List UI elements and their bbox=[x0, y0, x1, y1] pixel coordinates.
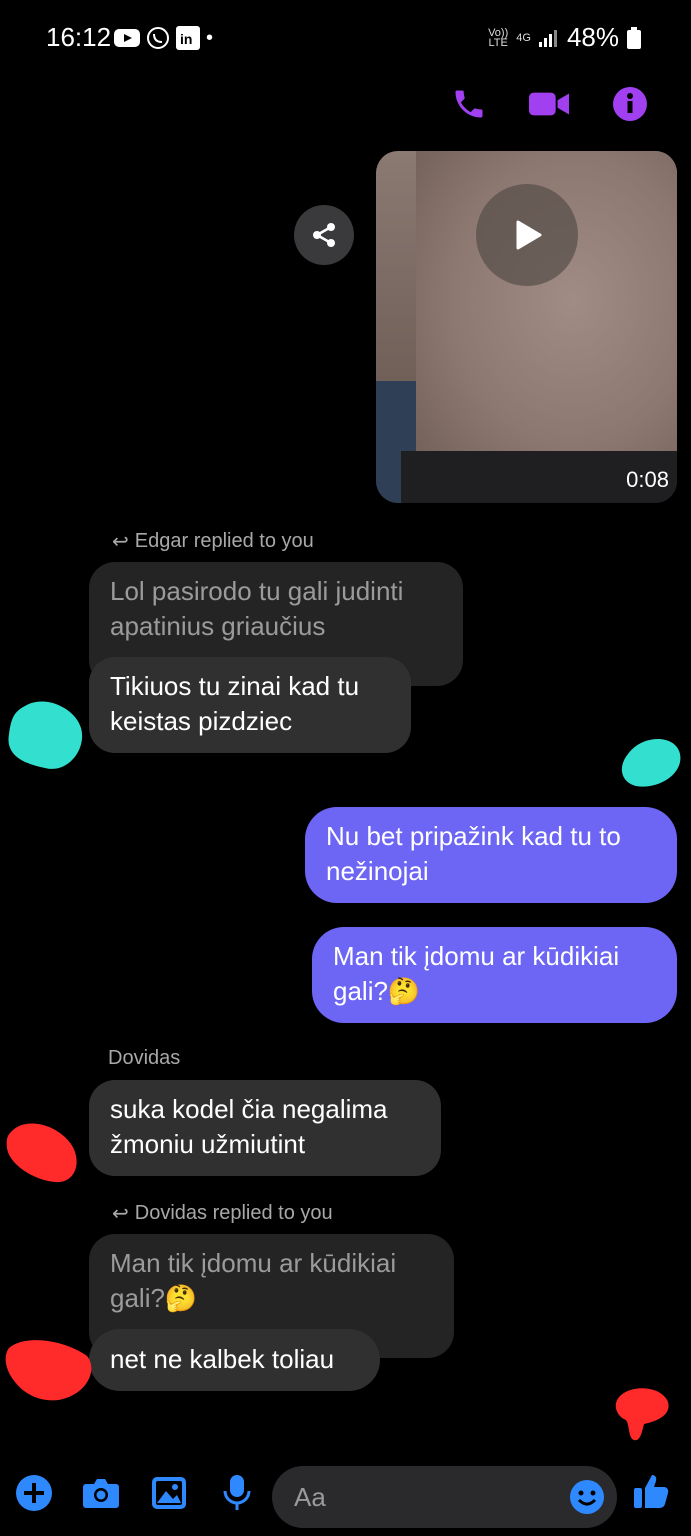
call-button[interactable] bbox=[449, 84, 489, 124]
more-notifications-dot: • bbox=[206, 26, 214, 49]
reply-arrow-icon: ↩ bbox=[112, 531, 129, 553]
network-indicator: 4G bbox=[516, 31, 531, 44]
youtube-icon bbox=[114, 29, 140, 47]
redaction-scribble bbox=[5, 1340, 92, 1401]
quoted-text: Man tik įdomu ar kūdikiai gali?🤔 bbox=[110, 1248, 397, 1313]
quoted-text: Lol pasirodo tu gali judinti apatinius g… bbox=[110, 576, 404, 641]
linkedin-icon: in bbox=[176, 26, 200, 50]
voice-message-button[interactable] bbox=[217, 1473, 257, 1513]
redaction-scribble bbox=[621, 739, 681, 787]
incoming-message[interactable]: suka kodel čia negalima žmoniu užmiutint bbox=[89, 1080, 441, 1176]
emoji-icon[interactable] bbox=[569, 1479, 605, 1515]
status-notification-icons: in • bbox=[114, 26, 213, 50]
reply-arrow-icon: ↩ bbox=[112, 1203, 129, 1225]
camera-button[interactable] bbox=[81, 1473, 121, 1513]
status-time: 16:12 bbox=[46, 22, 112, 52]
share-icon bbox=[313, 223, 335, 247]
signal-icon bbox=[538, 29, 557, 47]
thumbs-up-icon bbox=[634, 1475, 669, 1508]
info-button[interactable] bbox=[610, 84, 650, 124]
redaction-scribble bbox=[8, 701, 83, 769]
reply-indicator: ↩ Edgar replied to you bbox=[112, 529, 314, 554]
video-message[interactable]: 0:08 bbox=[376, 151, 677, 503]
viber-icon bbox=[147, 27, 169, 49]
redaction-scribble bbox=[615, 1388, 669, 1441]
redaction-scribble bbox=[6, 1123, 77, 1183]
reply-indicator: ↩ Dovidas replied to you bbox=[112, 1201, 333, 1226]
camera-icon bbox=[83, 1479, 119, 1508]
video-duration: 0:08 bbox=[626, 467, 669, 492]
microphone-icon bbox=[223, 1475, 251, 1510]
outgoing-message[interactable]: Nu bet pripažink kad tu to nežinojai bbox=[305, 807, 677, 903]
message-text: Tikiuos tu zinai kad tu keistas pizdziec bbox=[110, 671, 360, 736]
reply-label: Dovidas replied to you bbox=[134, 1202, 333, 1224]
message-text: Nu bet pripažink kad tu to nežinojai bbox=[326, 821, 621, 886]
image-icon bbox=[152, 1477, 186, 1509]
gallery-button[interactable] bbox=[149, 1473, 189, 1513]
message-composer[interactable] bbox=[272, 1466, 617, 1528]
info-icon bbox=[613, 87, 647, 121]
plus-circle-icon bbox=[16, 1475, 52, 1511]
incoming-message[interactable]: net ne kalbek toliau bbox=[89, 1329, 380, 1391]
video-call-button[interactable] bbox=[529, 84, 569, 124]
play-icon bbox=[516, 220, 542, 250]
video-call-icon bbox=[529, 92, 569, 116]
outgoing-message[interactable]: Man tik įdomu ar kūdikiai gali?🤔 bbox=[312, 927, 677, 1023]
message-text: net ne kalbek toliau bbox=[110, 1344, 335, 1374]
like-button[interactable] bbox=[631, 1471, 671, 1511]
message-input[interactable] bbox=[292, 1480, 566, 1514]
phone-icon bbox=[455, 90, 483, 118]
volte-indicator: Vo)) LTE bbox=[488, 26, 509, 49]
message-text: Man tik įdomu ar kūdikiai gali?🤔 bbox=[333, 941, 620, 1006]
svg-text:in: in bbox=[180, 31, 192, 47]
share-button[interactable] bbox=[294, 205, 354, 265]
play-button[interactable] bbox=[476, 184, 578, 286]
reply-label: Edgar replied to you bbox=[134, 530, 314, 552]
battery-percent: 48% bbox=[566, 22, 619, 52]
sender-name: Dovidas bbox=[108, 1047, 181, 1069]
status-right: Vo)) LTE 4G 48% bbox=[488, 22, 641, 53]
incoming-message[interactable]: Tikiuos tu zinai kad tu keistas pizdziec bbox=[89, 657, 411, 753]
battery-icon bbox=[627, 26, 641, 49]
more-actions-button[interactable] bbox=[14, 1473, 54, 1513]
message-text: suka kodel čia negalima žmoniu užmiutint bbox=[110, 1094, 388, 1159]
